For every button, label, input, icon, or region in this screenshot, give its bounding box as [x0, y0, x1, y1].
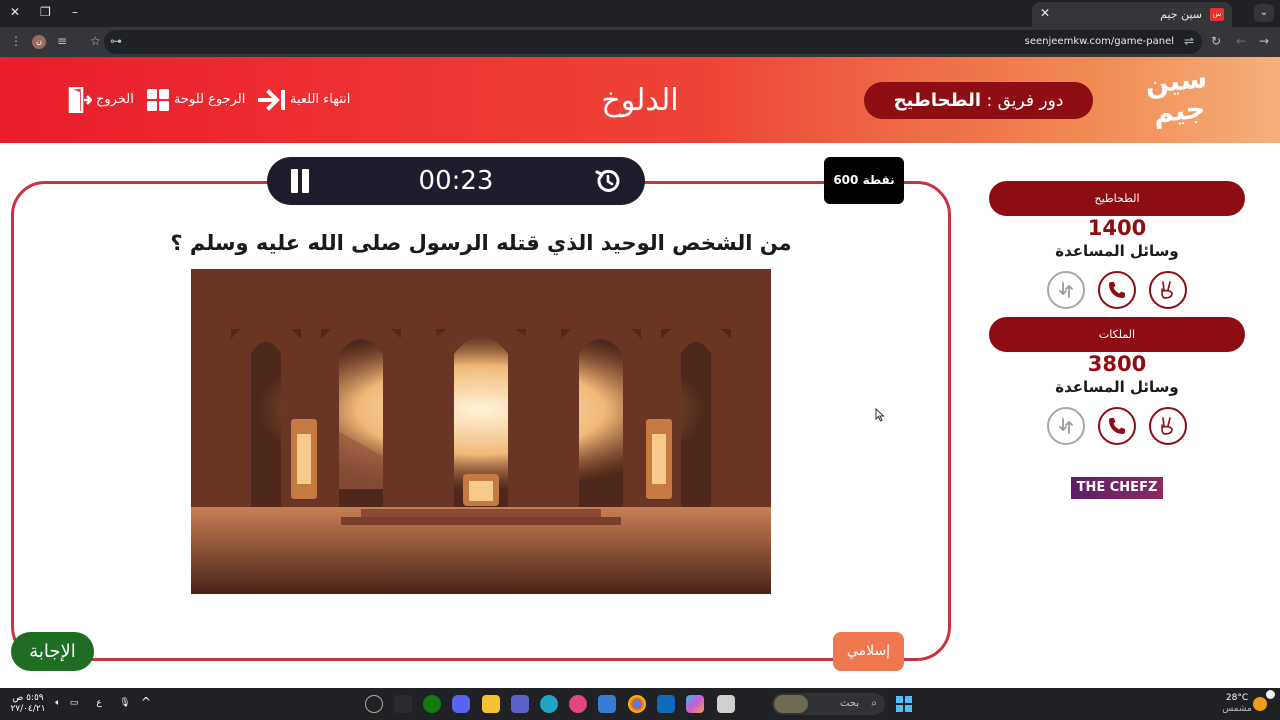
app-icon-store[interactable] [598, 695, 616, 713]
app-icon-discord[interactable] [452, 695, 470, 713]
windows-taskbar: ٥:٥٩ ص ٢٧/٠٤/٢١ 🔈︎ ▭ ع 🎙︎ ^ ⌕ بحث 28°C م… [0, 688, 1280, 720]
phone-icon [1109, 282, 1125, 298]
team-1-score: 1400 [1087, 216, 1147, 240]
turn-prefix: دور فريق : [986, 91, 1064, 111]
seenjeem-logo: سين جيم [1143, 62, 1209, 130]
microphone-icon[interactable]: 🎙︎ [119, 698, 131, 709]
victory-hand-icon [1161, 417, 1173, 435]
reading-list-icon[interactable]: ≡ [57, 34, 67, 48]
address-bar[interactable]: ☆ ⊶ seenjeemkw.com/game-panel ⇌ [90, 30, 1202, 54]
timer-bar: 00:23 [267, 157, 645, 205]
app-icon-obs[interactable] [365, 695, 383, 713]
app-icon-music[interactable] [569, 695, 587, 713]
exit-door-icon [68, 87, 92, 113]
menu-kebab-icon[interactable]: ⋮ [10, 34, 22, 48]
search-highlight-image [774, 695, 808, 713]
timer-value: 00:23 [418, 166, 494, 196]
taskbar-search[interactable]: ⌕ بحث [772, 693, 885, 715]
taskbar-search-placeholder: بحث [839, 698, 859, 709]
close-window-button[interactable]: ✕ [10, 5, 20, 19]
minimize-window-button[interactable]: – [72, 5, 78, 19]
input-language[interactable]: ع [93, 698, 105, 709]
weather-temp: 28°C [1225, 693, 1249, 703]
app-icon-teams[interactable] [511, 695, 529, 713]
exit-label: الخروج [96, 92, 134, 107]
volume-icon[interactable]: 🔈︎ [52, 698, 64, 709]
category-tag: إسلامي [833, 632, 904, 671]
browser-toolbar: ⋮ ن ≡ ☆ ⊶ seenjeemkw.com/game-panel ⇌ ↻ … [0, 27, 1280, 57]
game-header: سين جيم دور فريق : الطحاطيح الدلوخ انتها… [0, 57, 1280, 143]
tab-search-button[interactable]: ⌄ [1254, 4, 1274, 22]
restore-window-button[interactable]: ❐ [40, 5, 51, 19]
team-2-swap-question-aid[interactable] [1047, 407, 1085, 445]
question-image [191, 269, 771, 594]
app-icon-outlook[interactable] [657, 695, 675, 713]
weather-desc: مشمس [1222, 704, 1252, 714]
search-icon: ⌕ [871, 698, 877, 709]
category-title: الدلوخ [601, 83, 679, 118]
site-favicon-icon: س [1210, 8, 1224, 21]
swap-arrows-icon [1059, 418, 1073, 434]
team-2-name-badge: الملكات [989, 317, 1245, 352]
browser-tab[interactable]: س سين جيم ✕ [1032, 2, 1232, 27]
tray-chevron-icon[interactable]: ^ [140, 696, 152, 708]
team-1-swap-question-aid[interactable] [1047, 271, 1085, 309]
team-1-name-badge: الطحاطيح [989, 181, 1245, 216]
back-arrow-icon[interactable]: ← [1236, 34, 1246, 48]
weather-sun-icon[interactable] [1253, 697, 1267, 711]
end-game-icon [258, 89, 285, 111]
reload-icon[interactable]: ↻ [1211, 34, 1221, 48]
mosque-arches-illustration [191, 269, 771, 594]
app-icon-xbox[interactable] [423, 695, 441, 713]
network-icon[interactable]: ▭ [68, 698, 80, 709]
app-icon-files[interactable] [482, 695, 500, 713]
current-turn-badge: دور فريق : الطحاطيح [864, 82, 1093, 119]
question-text: من الشخص الوحيد الذي قتله الرسول صلى الل… [170, 231, 792, 255]
sponsor-logo: THE CHEFZ [1071, 477, 1163, 499]
exit-button[interactable]: الخروج [68, 87, 134, 113]
points-badge: 600 نقطة [824, 157, 904, 204]
forward-arrow-icon[interactable]: → [1259, 34, 1269, 48]
team-2-score: 3800 [1087, 352, 1147, 376]
show-answer-button[interactable]: الإجابة [11, 632, 94, 671]
clock-time: ٥:٥٩ ص [12, 693, 44, 703]
clock-date: ٢٧/٠٤/٢١ [10, 704, 46, 714]
reset-timer-icon[interactable] [593, 166, 623, 196]
browser-tab-strip: – ❐ ✕ + س سين جيم ✕ ⌄ [0, 0, 1280, 27]
close-tab-icon[interactable]: ✕ [1040, 6, 1050, 20]
notification-badge[interactable] [1266, 690, 1275, 699]
team-1-double-answer-aid[interactable] [1149, 271, 1187, 309]
profile-avatar[interactable]: ن [32, 35, 46, 49]
phone-icon [1109, 418, 1125, 434]
victory-hand-icon [1161, 281, 1173, 299]
mouse-cursor-icon [875, 408, 885, 422]
app-icon-edge[interactable] [540, 695, 558, 713]
end-game-button[interactable]: انتهاء اللعبة [258, 87, 350, 113]
turn-team-name: الطحاطيح [893, 90, 982, 111]
tab-title: سين جيم [1160, 8, 1202, 21]
end-game-label: انتهاء اللعبة [290, 92, 351, 107]
team-1-aids-label: وسائل المساعدة [1055, 242, 1179, 260]
app-icon-epic[interactable] [394, 695, 412, 713]
password-key-icon[interactable]: ⊶ [110, 34, 122, 48]
site-settings-icon[interactable]: ⇌ [1184, 34, 1194, 48]
back-to-board-button[interactable]: الرجوع للوحة [146, 87, 245, 113]
board-grid-icon [147, 89, 169, 111]
bookmark-star-icon[interactable]: ☆ [90, 34, 101, 48]
url-text: seenjeemkw.com/game-panel [1024, 36, 1174, 47]
swap-arrows-icon [1059, 282, 1073, 298]
team-2-call-friend-aid[interactable] [1098, 407, 1136, 445]
team-2-double-answer-aid[interactable] [1149, 407, 1187, 445]
team-1-call-friend-aid[interactable] [1098, 271, 1136, 309]
app-icon-copilot[interactable] [686, 695, 704, 713]
team-2-aids-label: وسائل المساعدة [1055, 378, 1179, 396]
back-to-board-label: الرجوع للوحة [174, 92, 246, 107]
app-icon-chrome[interactable] [628, 695, 646, 713]
start-windows-icon[interactable] [896, 696, 912, 712]
app-icon-taskview[interactable] [717, 695, 735, 713]
